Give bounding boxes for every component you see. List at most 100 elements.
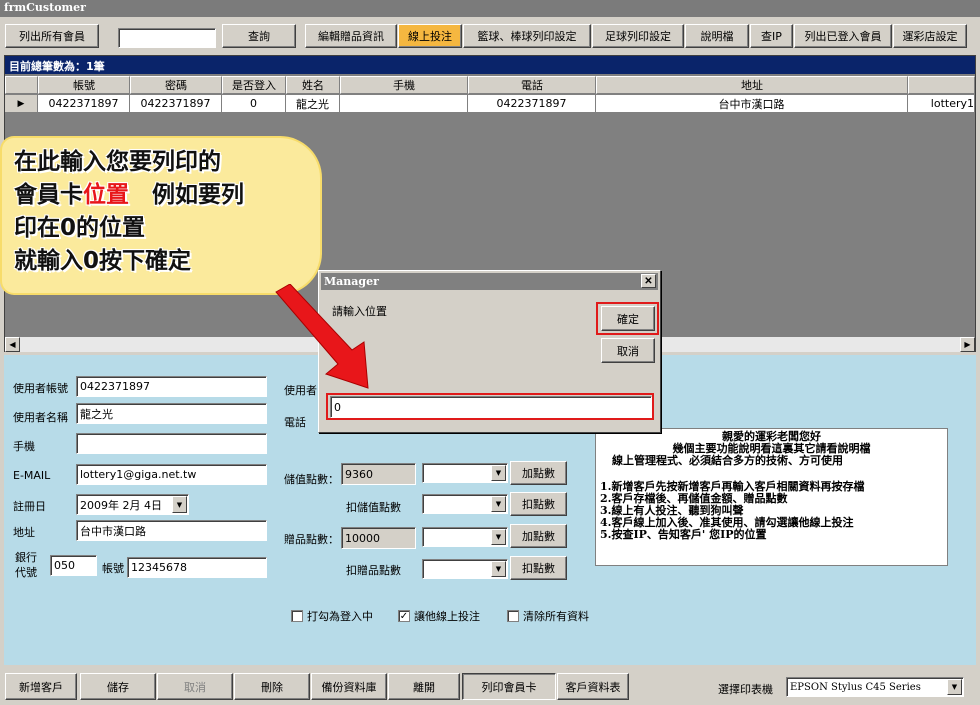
- exit-button[interactable]: 離開: [388, 673, 460, 700]
- chevron-down-icon[interactable]: ▼: [491, 465, 506, 481]
- bank-account-label: 帳號: [102, 562, 124, 575]
- username-field[interactable]: 龍之光: [76, 403, 267, 424]
- gift-points-field: 10000: [341, 527, 416, 549]
- grid-cell[interactable]: 0: [222, 95, 286, 113]
- help-file-button[interactable]: 說明檔: [685, 24, 749, 48]
- football-print-settings-button[interactable]: 足球列印設定: [592, 24, 684, 48]
- chevron-down-icon[interactable]: ▼: [491, 496, 506, 512]
- checkmark-icon[interactable]: ✓: [398, 610, 410, 622]
- bank-account-field[interactable]: 12345678: [127, 557, 267, 578]
- instructions-box: 親愛的運彩老闆您好 幾個主要功能說明看這裏其它請看說明檔 線上管理程式、必須結合…: [595, 428, 948, 566]
- grid-cell[interactable]: [340, 95, 468, 113]
- checkbox-unchecked-icon[interactable]: [291, 610, 303, 622]
- list-all-members-button[interactable]: 列出所有會員: [5, 24, 99, 48]
- add-gift-points-button[interactable]: 加點數: [510, 524, 567, 548]
- search-input[interactable]: [118, 28, 216, 48]
- basketball-baseball-print-settings-button[interactable]: 籃球、棒球列印設定: [463, 24, 591, 48]
- save-button[interactable]: 儲存: [80, 673, 156, 700]
- deduct-gift-points-button[interactable]: 扣點數: [510, 556, 567, 580]
- bank-label-line2: 代號: [15, 566, 37, 579]
- grid-cell[interactable]: 龍之光: [286, 95, 340, 113]
- close-icon[interactable]: ✕: [641, 274, 656, 288]
- printer-label: 選擇印表機: [718, 683, 773, 696]
- add-points-button[interactable]: 加點數: [510, 461, 567, 485]
- list-logged-in-members-button[interactable]: 列出已登入會員: [794, 24, 892, 48]
- account-label: 使用者帳號: [13, 382, 68, 395]
- grid-cell[interactable]: lottery1: [908, 95, 975, 113]
- annotation-line: 例如要列: [129, 182, 244, 208]
- add-gift-points-combo[interactable]: ▼: [422, 527, 508, 547]
- row-selector-icon[interactable]: ▶: [5, 95, 38, 113]
- logged-in-checkbox-label: 打勾為登入中: [307, 610, 373, 623]
- account-field[interactable]: 0422371897: [76, 376, 267, 397]
- deduct-gift-points-combo[interactable]: ▼: [422, 559, 508, 579]
- customer-table-button[interactable]: 客戶資料表: [557, 673, 629, 700]
- username-label: 使用者名稱: [13, 411, 68, 424]
- stored-points-field: 9360: [341, 463, 416, 485]
- backup-database-button[interactable]: 備份資料庫: [311, 673, 387, 700]
- chevron-down-icon[interactable]: ▼: [491, 529, 506, 545]
- grid-header-cell[interactable]: 手機: [340, 76, 468, 94]
- deduct-stored-points-label: 扣儲值點數: [346, 501, 401, 514]
- deduct-points-button[interactable]: 扣點數: [510, 492, 567, 516]
- allow-online-bet-checkbox-label: 讓他線上投注: [414, 610, 480, 623]
- annotation-line: 印在0的位置: [14, 215, 146, 241]
- annotation-line: 就輸入0按下確定: [14, 248, 192, 274]
- online-bet-button[interactable]: 線上投注: [398, 24, 462, 48]
- grid-cell[interactable]: 0422371897: [38, 95, 130, 113]
- checkbox-unchecked-icon[interactable]: [507, 610, 519, 622]
- clear-all-checkbox[interactable]: 清除所有資料: [507, 608, 589, 624]
- window-title: frmCustomer: [0, 0, 980, 17]
- grid-header-cell[interactable]: 帳號: [38, 76, 130, 94]
- new-customer-button[interactable]: 新增客戶: [5, 673, 77, 700]
- delete-button[interactable]: 刪除: [234, 673, 310, 700]
- scroll-left-icon[interactable]: ◀: [5, 337, 20, 352]
- grid-header-cell[interactable]: [5, 76, 38, 94]
- dialog-cancel-button[interactable]: 取消: [601, 338, 655, 363]
- table-row[interactable]: ▶ 0422371897 0422371897 0 龍之光 0422371897…: [5, 95, 975, 113]
- lottery-store-settings-button[interactable]: 運彩店設定: [893, 24, 967, 48]
- phone-label: 電話: [284, 416, 306, 429]
- chevron-down-icon[interactable]: ▼: [491, 561, 506, 577]
- mobile-field[interactable]: [76, 433, 267, 454]
- query-button[interactable]: 查詢: [222, 24, 296, 48]
- chevron-down-icon[interactable]: ▼: [172, 496, 187, 513]
- deduct-gift-points-label: 扣贈品點數: [346, 564, 401, 577]
- grid-header-cell[interactable]: 姓名: [286, 76, 340, 94]
- printer-select-value: EPSON Stylus C45 Series: [790, 681, 921, 693]
- grid-header-cell[interactable]: [908, 76, 975, 94]
- annotation-arrow-icon: [275, 284, 369, 389]
- gift-points-label: 贈品點數：: [284, 533, 339, 546]
- grid-cell[interactable]: 0422371897: [468, 95, 596, 113]
- address-label: 地址: [13, 526, 35, 539]
- cancel-button[interactable]: 取消: [157, 673, 233, 700]
- grid-header-cell[interactable]: 密碼: [130, 76, 222, 94]
- grid-caption: 目前總筆數為：1筆: [5, 56, 975, 74]
- chevron-down-icon[interactable]: ▼: [947, 679, 962, 695]
- scroll-right-icon[interactable]: ▶: [960, 337, 975, 352]
- clear-all-checkbox-label: 清除所有資料: [523, 610, 589, 623]
- grid-header-cell[interactable]: 是否登入: [222, 76, 286, 94]
- annotation-line: 會員卡: [14, 182, 83, 208]
- register-date-value: 2009年 2月 4日: [80, 498, 162, 512]
- allow-online-bet-checkbox[interactable]: ✓ 讓他線上投注: [398, 608, 480, 624]
- grid-cell[interactable]: 台中市漢口路: [596, 95, 908, 113]
- grid-cell[interactable]: 0422371897: [130, 95, 222, 113]
- printer-select[interactable]: EPSON Stylus C45 Series ▼: [786, 677, 964, 697]
- add-stored-points-combo[interactable]: ▼: [422, 463, 508, 483]
- grid-header-cell[interactable]: 電話: [468, 76, 596, 94]
- annotation-line: 在此輸入您要列印的: [14, 149, 221, 175]
- print-member-card-button[interactable]: 列印會員卡: [462, 673, 556, 700]
- bank-code-field[interactable]: 050: [50, 555, 97, 576]
- logged-in-checkbox[interactable]: 打勾為登入中: [291, 608, 373, 624]
- deduct-stored-points-combo[interactable]: ▼: [422, 494, 508, 514]
- grid-header-cell[interactable]: 地址: [596, 76, 908, 94]
- address-field[interactable]: 台中市漢口路: [76, 520, 267, 541]
- register-date-picker[interactable]: 2009年 2月 4日 ▼: [76, 494, 189, 515]
- info-note: 線上管理程式、必須結合多方的技術、方可使用: [612, 454, 843, 467]
- stored-points-label: 儲值點數：: [284, 473, 339, 486]
- email-field[interactable]: lottery1@giga.net.tw: [76, 464, 267, 485]
- edit-gifts-button[interactable]: 編輯贈品資訊: [305, 24, 397, 48]
- check-ip-button[interactable]: 查IP: [750, 24, 793, 48]
- annotation-text: 在此輸入您要列印的 會員卡位置 例如要列 印在0的位置 就輸入0按下確定: [14, 146, 244, 278]
